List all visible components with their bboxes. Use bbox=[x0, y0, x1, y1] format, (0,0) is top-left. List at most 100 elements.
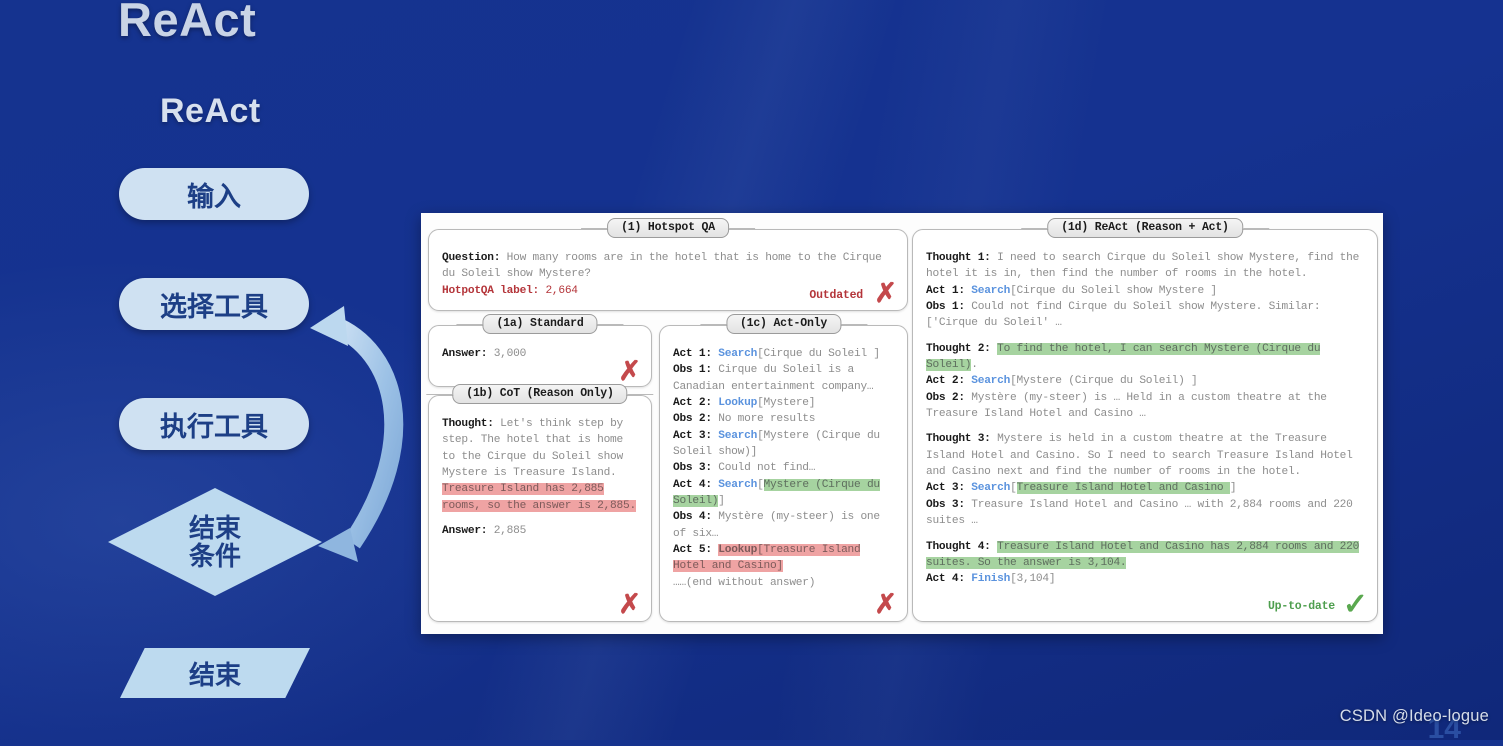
trace-step: Obs 4: Mystère (my-steer) is one of six… bbox=[673, 509, 894, 542]
hotpotqa-label-value: 2,664 bbox=[545, 284, 578, 297]
flow-node-label: 执行工具 bbox=[160, 411, 268, 442]
step-text: [Mystere] bbox=[757, 397, 816, 410]
question-label: Question: bbox=[442, 252, 501, 264]
bracket: [ bbox=[1010, 482, 1017, 495]
flow-node-label: 输入 bbox=[187, 181, 241, 212]
step-text: . bbox=[971, 359, 978, 372]
trace-step: Act 2: Lookup[Mystere] bbox=[673, 395, 894, 411]
step-label: Act 3: bbox=[926, 482, 965, 495]
cross-icon: ✗ bbox=[874, 278, 897, 308]
thought-label: Thought: bbox=[442, 418, 494, 430]
parallelogram-label: 结束 bbox=[188, 659, 241, 690]
step-label: Act 2: bbox=[926, 375, 965, 388]
panel-tab-label: (1c) Act-Only bbox=[699, 314, 868, 334]
step-text: Could not find… bbox=[711, 462, 816, 475]
thought-highlight: Treasure Island has 2,885 rooms, so the … bbox=[442, 483, 636, 512]
hotpotqa-label-key: HotpotQA label: bbox=[442, 284, 539, 297]
flow-node-label: 选择工具 bbox=[160, 291, 268, 322]
cross-icon: ✗ bbox=[874, 589, 897, 619]
step-text: [3,104] bbox=[1010, 573, 1056, 586]
action-name: Search bbox=[718, 478, 758, 491]
flow-node-execute-tool[interactable]: 执行工具 bbox=[119, 398, 309, 450]
flow-node-input[interactable]: 输入 bbox=[119, 168, 309, 220]
watermark: CSDN @Ideo-logue bbox=[1339, 707, 1489, 725]
cross-icon: ✗ bbox=[618, 356, 641, 386]
answer-label: Answer: bbox=[442, 525, 488, 538]
trace-step: Obs 3: Treasure Island Hotel and Casino … bbox=[926, 497, 1364, 530]
diamond-label-line2: 条件 bbox=[188, 541, 241, 571]
trace-step: ……(end without answer) bbox=[673, 575, 894, 591]
check-icon: ✓ bbox=[1342, 588, 1368, 621]
cross-icon: ✗ bbox=[618, 589, 641, 619]
trace-step: Act 5: Lookup[Treasure Island Hotel and … bbox=[673, 542, 894, 575]
step-label: Obs 1: bbox=[926, 301, 965, 314]
step-label: Act 1: bbox=[926, 284, 965, 297]
step-label: Act 1: bbox=[673, 348, 712, 360]
status-badge-outdated: Outdated bbox=[809, 289, 863, 302]
step-label: Thought 3: bbox=[926, 433, 991, 446]
step-label: Thought 1: bbox=[926, 252, 991, 264]
step-label: Act 4: bbox=[673, 478, 712, 491]
trace-step: Thought 2: To find the hotel, I can sear… bbox=[926, 341, 1364, 374]
panel-standard: (1a) Standard Answer: 3,000 ✗ bbox=[428, 314, 652, 387]
panel-tab-label: (1b) CoT (Reason Only) bbox=[426, 384, 655, 404]
action-name: Finish bbox=[971, 573, 1011, 586]
action-name: Search bbox=[718, 348, 758, 360]
step-label: Thought 2: bbox=[926, 342, 991, 355]
step-label: Obs 3: bbox=[673, 462, 712, 475]
diamond-label-line1: 结束 bbox=[188, 512, 241, 543]
panel-tab-label: (1d) ReAct (Reason + Act) bbox=[1021, 218, 1269, 238]
trace-step: Thought 4: Treasure Island Hotel and Cas… bbox=[926, 539, 1364, 572]
panel-act-only: (1c) Act-Only Act 1: Search[Cirque du So… bbox=[659, 314, 908, 622]
step-text: I need to search Cirque du Soleil show M… bbox=[926, 252, 1360, 281]
panel-react: (1d) ReAct (Reason + Act) Thought 1: I n… bbox=[912, 218, 1378, 622]
step-label: Act 3: bbox=[673, 429, 712, 442]
step-text: Mystere is held in a custom theatre at t… bbox=[926, 433, 1353, 479]
flow-node-end-condition[interactable]: 结束 条件 bbox=[108, 488, 322, 596]
step-text: [Mystere (Cirque du Soleil) ] bbox=[1010, 375, 1198, 388]
step-text: [Cirque du Soleil ] bbox=[757, 348, 880, 360]
status-badge-up-to-date: Up-to-date bbox=[1267, 600, 1335, 613]
bracket: [ bbox=[757, 478, 764, 491]
step-label: Obs 1: bbox=[673, 364, 712, 377]
panel-body: Act 1: Search[Cirque du Soleil ] Obs 1: … bbox=[660, 326, 907, 599]
flow-node-end[interactable]: 结束 bbox=[120, 648, 310, 698]
trace-step: Obs 1: Could not find Cirque du Soleil s… bbox=[926, 299, 1364, 332]
trace-step: Act 2: Search[Mystere (Cirque du Soleil)… bbox=[926, 373, 1364, 389]
step-text: Mystère (my-steer) is … Held in a custom… bbox=[926, 391, 1327, 421]
trace-step: Obs 2: No more results bbox=[673, 411, 894, 427]
panel-body: Thought: Let's think step by step. The h… bbox=[429, 396, 651, 547]
action-name: Lookup bbox=[718, 544, 758, 557]
trace-step: Act 3: Search[Treasure Island Hotel and … bbox=[926, 480, 1364, 496]
step-text: [Cirque du Soleil show Mystere ] bbox=[1010, 284, 1217, 297]
diamond-label: 结束 条件 bbox=[108, 488, 322, 596]
step-text: ……(end without answer) bbox=[673, 576, 816, 589]
step-label: Act 4: bbox=[926, 573, 965, 586]
answer-value: 2,885 bbox=[493, 525, 527, 538]
flow-node-select-tool[interactable]: 选择工具 bbox=[119, 278, 309, 330]
answer-value: 3,000 bbox=[493, 348, 527, 360]
trace-step: Obs 3: Could not find… bbox=[673, 460, 894, 476]
trace-step: Act 1: Search[Cirque du Soleil ] bbox=[673, 346, 894, 362]
trace-step: Thought 3: Mystere is held in a custom t… bbox=[926, 431, 1364, 480]
step-label: Act 5: bbox=[673, 544, 712, 557]
action-name: Search bbox=[971, 375, 1011, 388]
panel-cot: (1b) CoT (Reason Only) Thought: Let's th… bbox=[426, 384, 655, 622]
trace-step: Act 1: Search[Cirque du Soleil show Myst… bbox=[926, 283, 1364, 299]
action-name: Lookup bbox=[718, 397, 758, 410]
step-highlight: Treasure Island Hotel and Casino has 2,8… bbox=[926, 540, 1360, 569]
panel-tab-label: (1a) Standard bbox=[456, 314, 624, 334]
action-name: Search bbox=[971, 284, 1011, 297]
trace-step: Act 4: Finish[3,104] bbox=[926, 571, 1364, 587]
flowchart-title: ReAct bbox=[160, 92, 261, 130]
step-text: No more results bbox=[711, 413, 816, 426]
step-text: Could not find Cirque du Soleil show Mys… bbox=[926, 301, 1321, 330]
step-highlight: Treasure Island Hotel and Casino bbox=[1016, 482, 1230, 495]
figure-container: (1) Hotspot QA Question: How many rooms … bbox=[421, 213, 1383, 634]
panel-body: Thought 1: I need to search Cirque du So… bbox=[913, 230, 1377, 596]
step-text: Treasure Island Hotel and Casino … with … bbox=[926, 498, 1353, 528]
loop-arrow-icon bbox=[310, 306, 404, 562]
step-label: Obs 4: bbox=[673, 511, 712, 524]
